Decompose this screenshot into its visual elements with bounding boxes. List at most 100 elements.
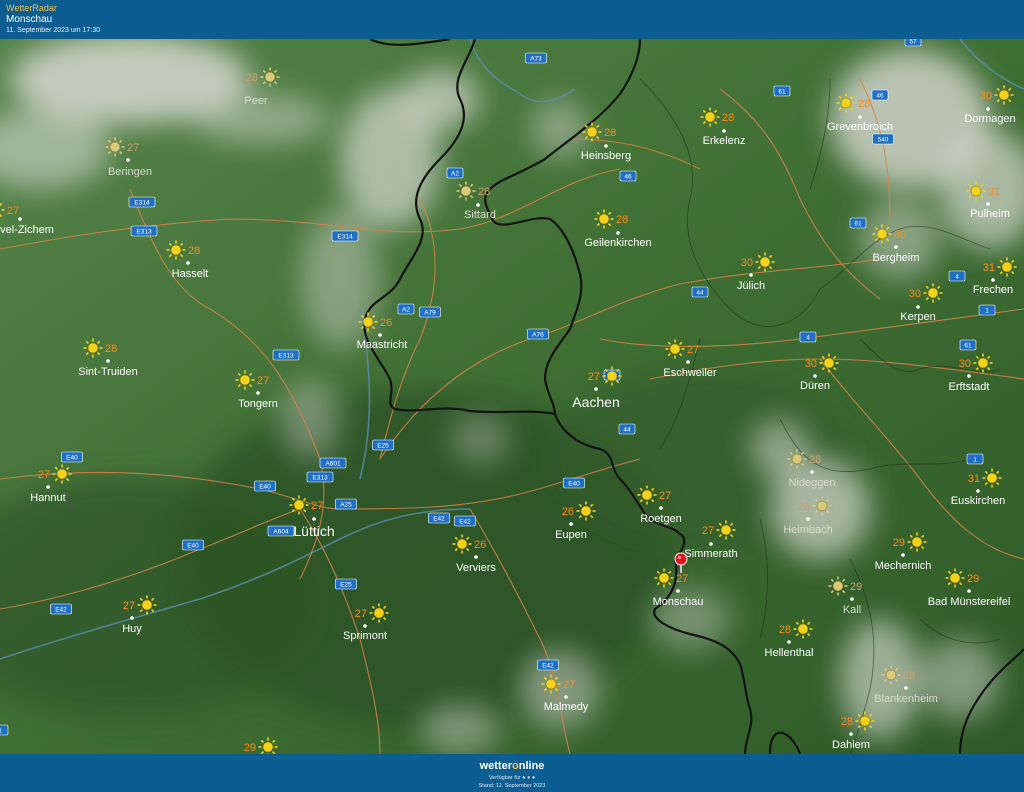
- temperature-value: 27: [702, 525, 714, 537]
- city-dot: [569, 522, 573, 526]
- city-name: Monschau: [653, 596, 704, 608]
- svg-text:E40: E40: [187, 542, 199, 549]
- city-dot: [904, 686, 908, 690]
- svg-text:4: 4: [955, 273, 959, 280]
- svg-text:1: 1: [973, 456, 977, 463]
- road-label-e42: E42: [454, 515, 476, 527]
- city-dot: [967, 374, 971, 378]
- sun-icon: [654, 568, 674, 588]
- temperature-value: 30: [741, 257, 753, 269]
- sun-icon: [594, 209, 614, 229]
- city-dot: [858, 115, 862, 119]
- temperature-value: 30: [959, 358, 971, 370]
- svg-text:E40: E40: [568, 480, 580, 487]
- svg-text:44: 44: [623, 426, 631, 433]
- weather-map[interactable]: A73 57 61 46 540 E314 A2 46 E313 E314 61 4 A2 A79 44 A7…: [0, 39, 1024, 754]
- city-name: Geilenkirchen: [584, 237, 651, 249]
- app-header: WetterRadar Monschau 11. September 2023 …: [0, 0, 1024, 39]
- city-dot: [722, 129, 726, 133]
- city-name: Dormagen: [964, 113, 1015, 125]
- temperature-value: 27: [38, 469, 50, 481]
- sun-icon: [907, 532, 927, 552]
- road-label-a2: A2: [446, 167, 464, 179]
- sun-icon: [369, 603, 389, 623]
- city-name: Dahlem: [832, 739, 870, 751]
- city-dot: [986, 107, 990, 111]
- temperature-value: 27: [123, 600, 135, 612]
- city-dot: [749, 273, 753, 277]
- svg-text:44: 44: [696, 289, 704, 296]
- city-dot: [564, 695, 568, 699]
- sun-icon: [881, 665, 901, 685]
- sun-icon: [665, 339, 685, 359]
- svg-text:A2: A2: [451, 170, 459, 177]
- city-dot: [976, 489, 980, 493]
- temperature-value: 28: [478, 186, 490, 198]
- sun-icon: [945, 568, 965, 588]
- road-label-46: 46: [871, 89, 889, 101]
- road-label-46: 46: [619, 170, 637, 182]
- city-name: Eschweiler: [663, 367, 717, 379]
- city-name: Simmerath: [684, 548, 737, 560]
- temperature-value: 27: [127, 142, 139, 154]
- sun-icon: [582, 122, 602, 142]
- sun-icon: [828, 576, 848, 596]
- temperature-value: 26: [380, 317, 392, 329]
- road-label-e40: E40: [61, 451, 83, 463]
- city-dot: [312, 517, 316, 521]
- city-name: Aachen: [572, 394, 619, 410]
- temperature-value: 31: [988, 186, 1000, 198]
- wetteronline-logo[interactable]: wetteronline: [0, 760, 1024, 772]
- sun-icon: [812, 496, 832, 516]
- temperature-value: 26: [562, 506, 574, 518]
- city-dot: [126, 158, 130, 162]
- city-dot: [256, 391, 260, 395]
- road-label-a79: A79: [419, 306, 441, 318]
- sun-icon: [923, 283, 943, 303]
- city-name: Roetgen: [640, 513, 682, 525]
- city-name: Sint-Truiden: [78, 366, 138, 378]
- temperature-value: 31: [983, 262, 995, 274]
- road-label-e40: E40: [182, 539, 204, 551]
- sun-icon: [541, 674, 561, 694]
- city-dot: [676, 589, 680, 593]
- road-label-e313: E313: [306, 471, 334, 483]
- city-dot: [594, 387, 598, 391]
- svg-text:E42: E42: [55, 606, 67, 613]
- svg-text:A25: A25: [340, 501, 352, 508]
- city-name: Blankenheim: [874, 693, 938, 705]
- road-label-61: 61: [849, 217, 867, 229]
- road-label-e313: E313: [130, 225, 158, 237]
- city-dot: [901, 553, 905, 557]
- sun-icon: [997, 257, 1017, 277]
- sun-icon: [289, 495, 309, 515]
- city-dot: [186, 261, 190, 265]
- temperature-value: 29: [967, 573, 979, 585]
- huawei-icon: ●: [531, 775, 536, 781]
- sun-icon: [52, 464, 72, 484]
- svg-text:E40: E40: [66, 454, 78, 461]
- city-name: Sprimont: [343, 630, 387, 642]
- svg-text:A604: A604: [273, 528, 289, 535]
- temperature-value: 28: [722, 112, 734, 124]
- city-name: Bad Münstereifel: [928, 596, 1011, 608]
- city-name: Maastricht: [357, 339, 408, 351]
- svg-text:4: 4: [806, 334, 810, 341]
- city-name: Tongern: [238, 398, 278, 410]
- road-label-a2: A2: [397, 303, 415, 315]
- svg-text:46: 46: [876, 92, 884, 99]
- temperature-value: 27: [588, 371, 600, 383]
- city-dot: [850, 597, 854, 601]
- sun-icon: [452, 534, 472, 554]
- svg-text:E42: E42: [459, 518, 471, 525]
- svg-text:61: 61: [964, 342, 972, 349]
- sun-icon: [836, 93, 856, 113]
- road-label-4: 4: [948, 270, 966, 282]
- svg-text:61: 61: [854, 220, 862, 227]
- timestamp: 11. September 2023 um 17:30: [6, 27, 101, 34]
- road-label-e42: E42: [428, 512, 450, 524]
- temperature-value: 28: [903, 670, 915, 682]
- temperature-value: 30: [894, 229, 906, 241]
- sun-icon: [602, 366, 622, 386]
- svg-text:A73: A73: [530, 55, 542, 62]
